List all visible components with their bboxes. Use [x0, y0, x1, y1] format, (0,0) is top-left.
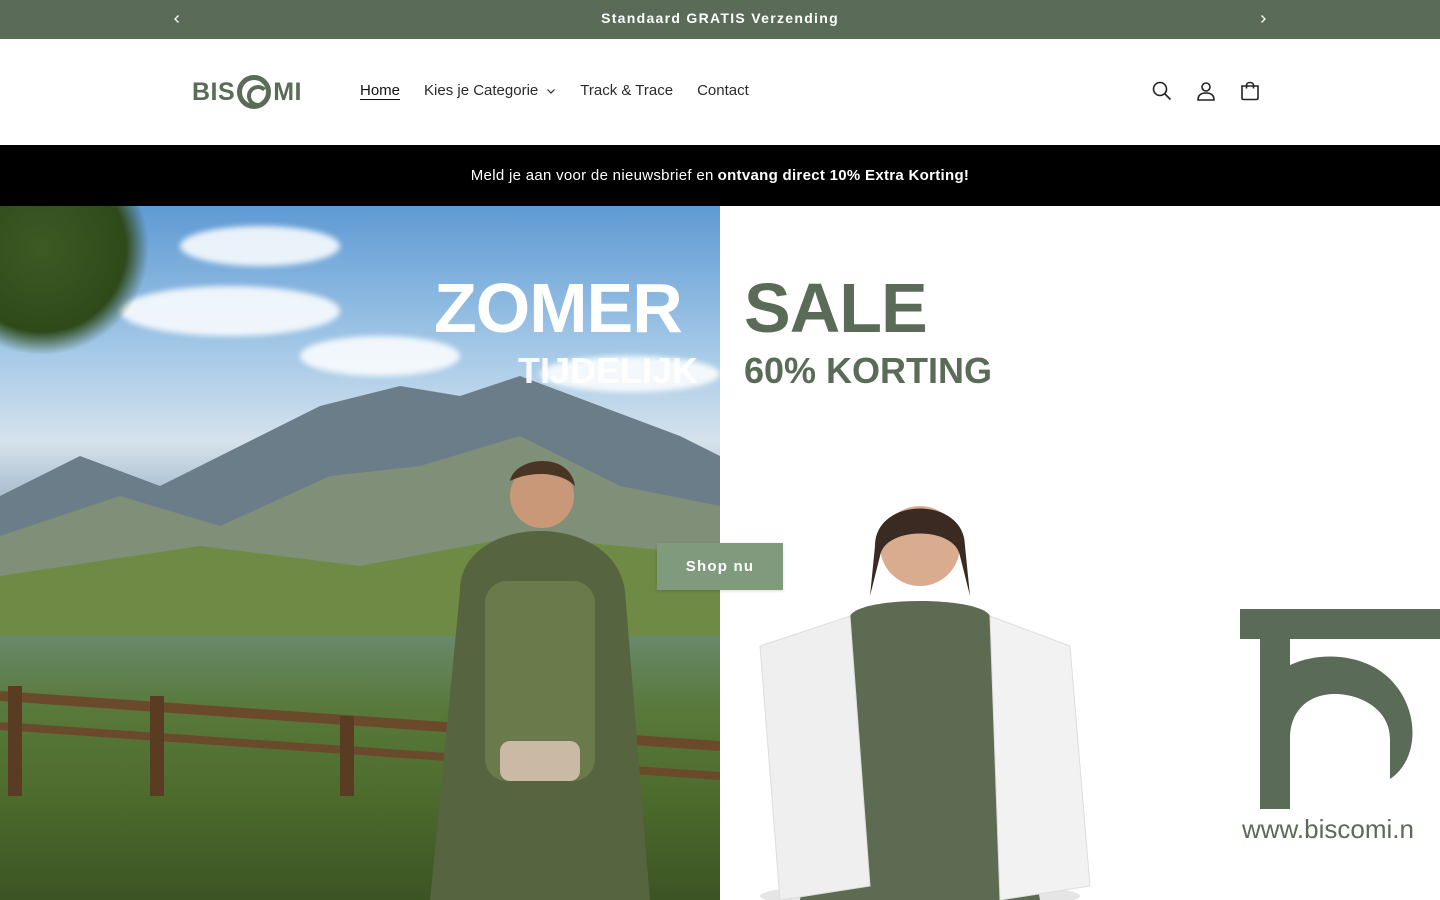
woman-with-shopping-bags	[759, 506, 1091, 900]
header-icons	[1150, 79, 1262, 103]
cart-icon[interactable]	[1238, 79, 1262, 103]
logo-text-left: BIS	[192, 77, 236, 106]
main-nav: Home Kies je Categorie Track & Trace Con…	[348, 80, 761, 101]
chevron-down-icon	[547, 88, 556, 94]
promo-bold-text: ontvang direct 10% Extra Korting!	[717, 167, 970, 184]
hero-banner: ZOMER TIJDELIJK SALE 60% KORTING www.bis…	[0, 206, 1440, 900]
logo-text-right: MI	[273, 77, 302, 106]
nav-home[interactable]: Home	[348, 80, 412, 101]
nav-contact[interactable]: Contact	[685, 80, 761, 101]
account-icon[interactable]	[1194, 79, 1218, 103]
hero-headline-left: ZOMER	[434, 269, 683, 347]
hero-headline-right: SALE	[744, 269, 928, 347]
nav-categories-label: Kies je Categorie	[424, 82, 539, 99]
logo[interactable]: BIS MI	[192, 73, 302, 111]
announcement-text: Standaard GRATIS Verzending	[601, 10, 839, 26]
search-icon[interactable]	[1150, 79, 1174, 103]
promo-text: Meld je aan voor de nieuwsbrief en	[470, 167, 714, 184]
announcement-bar: Standaard GRATIS Verzending	[0, 0, 1440, 39]
logo-ring-icon	[237, 75, 272, 109]
newsletter-promo-bar[interactable]: Meld je aan voor de nieuwsbrief en ontva…	[0, 145, 1440, 206]
nav-track-trace[interactable]: Track & Trace	[568, 80, 685, 101]
hiker-figure	[430, 461, 650, 900]
brand-mark-icon	[1240, 609, 1440, 809]
tree-foliage	[0, 206, 150, 356]
shop-now-button[interactable]: Shop nu	[657, 543, 783, 590]
chevron-right-icon[interactable]	[1253, 9, 1273, 29]
site-header: BIS MI Home Kies je Categorie Track & Tr…	[0, 39, 1440, 145]
hero-sub-right: 60% KORTING	[744, 350, 993, 391]
website-url: www.biscomi.n	[1242, 814, 1414, 844]
nav-categories[interactable]: Kies je Categorie	[412, 80, 568, 101]
hero-sub-left: TIJDELIJK	[518, 350, 699, 391]
